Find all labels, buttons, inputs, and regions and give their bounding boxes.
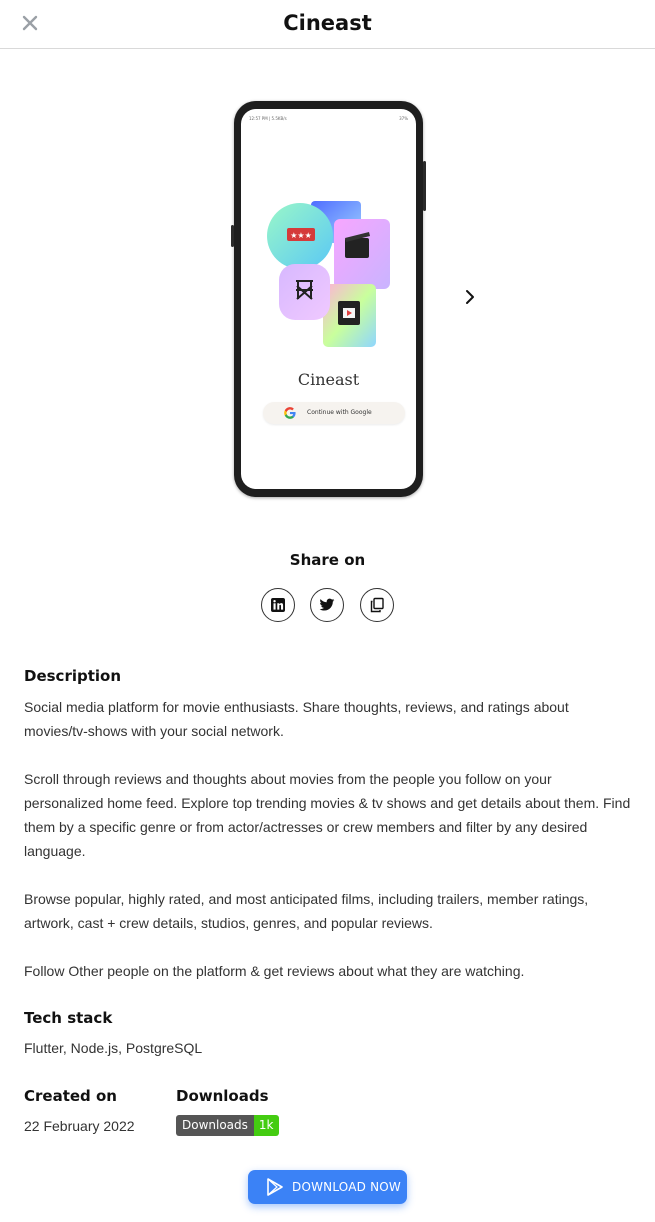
app-screen: 12:57 PM | 5.5KB/s 37% ★★★ Cineast Conti… [241,109,416,489]
share-linkedin-button[interactable] [261,588,295,622]
phone-side-button [423,161,426,211]
google-button-label: Continue with Google [307,409,372,416]
share-twitter-button[interactable] [310,588,344,622]
created-on-value: 22 February 2022 [24,1118,135,1134]
copy-link-button[interactable] [360,588,394,622]
tech-stack-value: Flutter, Node.js, PostgreSQL [24,1040,203,1056]
svg-text:★★★: ★★★ [290,231,312,240]
download-now-label: DOWNLOAD NOW [292,1180,401,1194]
status-time: 12:57 PM | 5.5KB/s [249,116,287,121]
description-title: Description [24,667,122,685]
download-now-button[interactable]: DOWNLOAD NOW [248,1170,407,1204]
created-on-title: Created on [24,1087,117,1105]
downloads-badge-count: 1k [253,1115,279,1136]
app-illustration: ★★★ [267,201,390,347]
description-paragraph: Social media platform for movie enthusia… [24,699,569,739]
downloads-title: Downloads [176,1087,269,1105]
downloads-badge: Downloads 1k [176,1115,279,1136]
header: Cineast [0,0,655,49]
google-icon [284,407,296,419]
app-title: Cineast [297,370,360,389]
description-paragraph: Browse popular, highly rated, and most a… [24,891,589,931]
downloads-badge-label: Downloads [176,1115,254,1136]
page-title: Cineast [283,11,372,35]
twitter-icon [319,598,335,611]
app-screenshot-phone: 12:57 PM | 5.5KB/s 37% ★★★ Cineast Conti… [231,101,426,497]
copy-icon [370,597,384,613]
tech-stack-title: Tech stack [24,1009,113,1027]
status-battery: 37% [399,116,408,121]
description-paragraph: Scroll through reviews and thoughts abou… [24,771,631,859]
status-bar: 12:57 PM | 5.5KB/s 37% [249,116,408,124]
phone-side-button [231,225,234,247]
share-title: Share on [289,551,366,569]
chevron-right-icon[interactable] [460,287,480,307]
linkedin-icon [271,598,285,612]
continue-with-google-button: Continue with Google [263,402,405,424]
description-paragraph: Follow Other people on the platform & ge… [24,963,525,979]
play-store-icon [267,1178,283,1196]
